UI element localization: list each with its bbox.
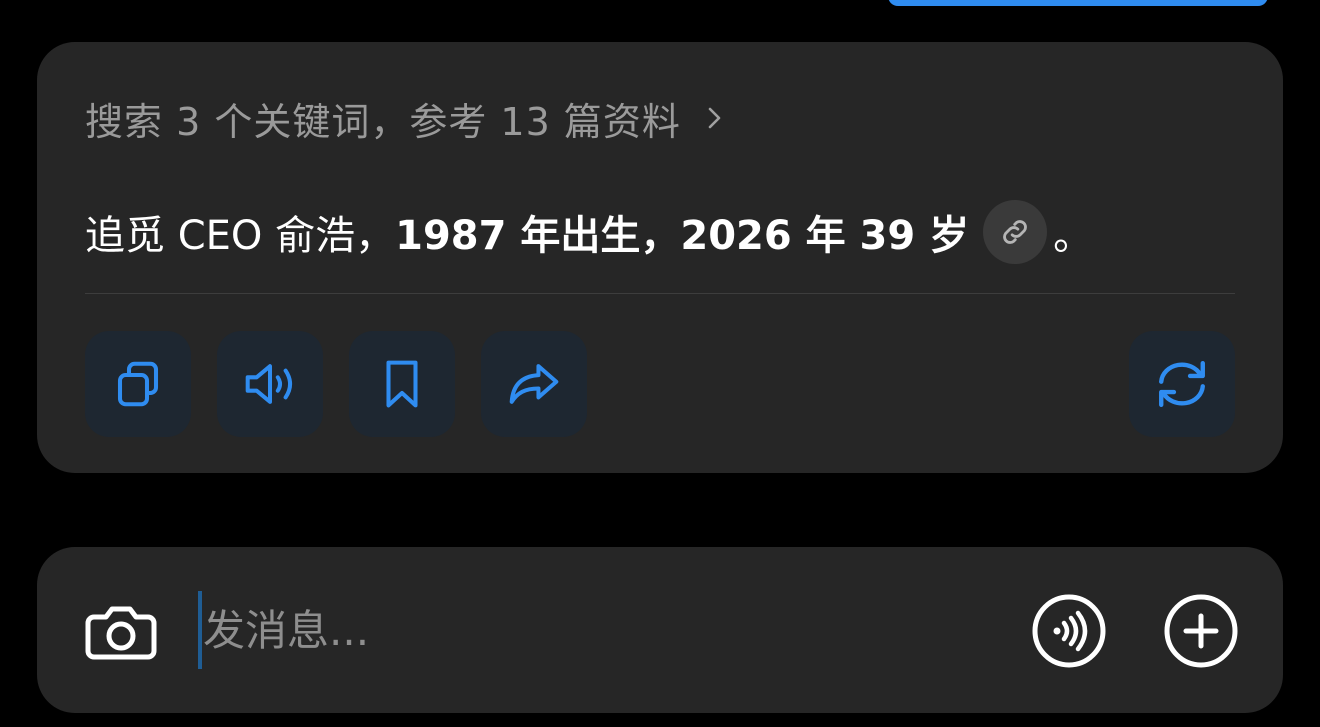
copy-icon (117, 361, 159, 407)
message-input[interactable] (203, 597, 763, 663)
answer-card: 搜索 3 个关键词，参考 13 篇资料 追觅 CEO 俞浩， 1987 年出生，… (37, 42, 1283, 473)
camera-button[interactable] (81, 593, 161, 669)
answer-text-part2: 1987 年出生，2026 年 39 岁 (395, 213, 970, 259)
regenerate-button[interactable] (1129, 331, 1235, 437)
refresh-icon (1159, 361, 1205, 407)
share-button[interactable] (481, 331, 587, 437)
answer-text-part1: 追觅 CEO 俞浩， (85, 213, 396, 259)
speaker-icon (245, 364, 293, 404)
sent-message-bubble (888, 0, 1268, 6)
share-icon (509, 364, 559, 404)
answer-text-part3: 。 (1053, 213, 1094, 259)
bookmark-button[interactable] (349, 331, 455, 437)
source-link-button[interactable] (983, 200, 1048, 264)
link-icon (1003, 220, 1028, 244)
add-button[interactable] (1163, 593, 1239, 669)
read-aloud-button[interactable] (217, 331, 323, 437)
answer-text: 追觅 CEO 俞浩， 1987 年出生，2026 年 39 岁 。 (85, 200, 1094, 264)
camera-icon (85, 606, 157, 660)
chevron-right-icon (708, 107, 721, 129)
message-composer (37, 547, 1283, 713)
voice-call-icon (1032, 594, 1106, 668)
plus-icon (1164, 594, 1238, 668)
search-summary-text: 搜索 3 个关键词，参考 13 篇资料 (85, 99, 681, 144)
search-summary-link[interactable]: 搜索 3 个关键词，参考 13 篇资料 (85, 94, 725, 144)
text-cursor (198, 591, 202, 669)
bookmark-icon (386, 360, 418, 408)
copy-button[interactable] (85, 331, 191, 437)
divider (85, 293, 1235, 294)
voice-call-button[interactable] (1031, 593, 1107, 669)
